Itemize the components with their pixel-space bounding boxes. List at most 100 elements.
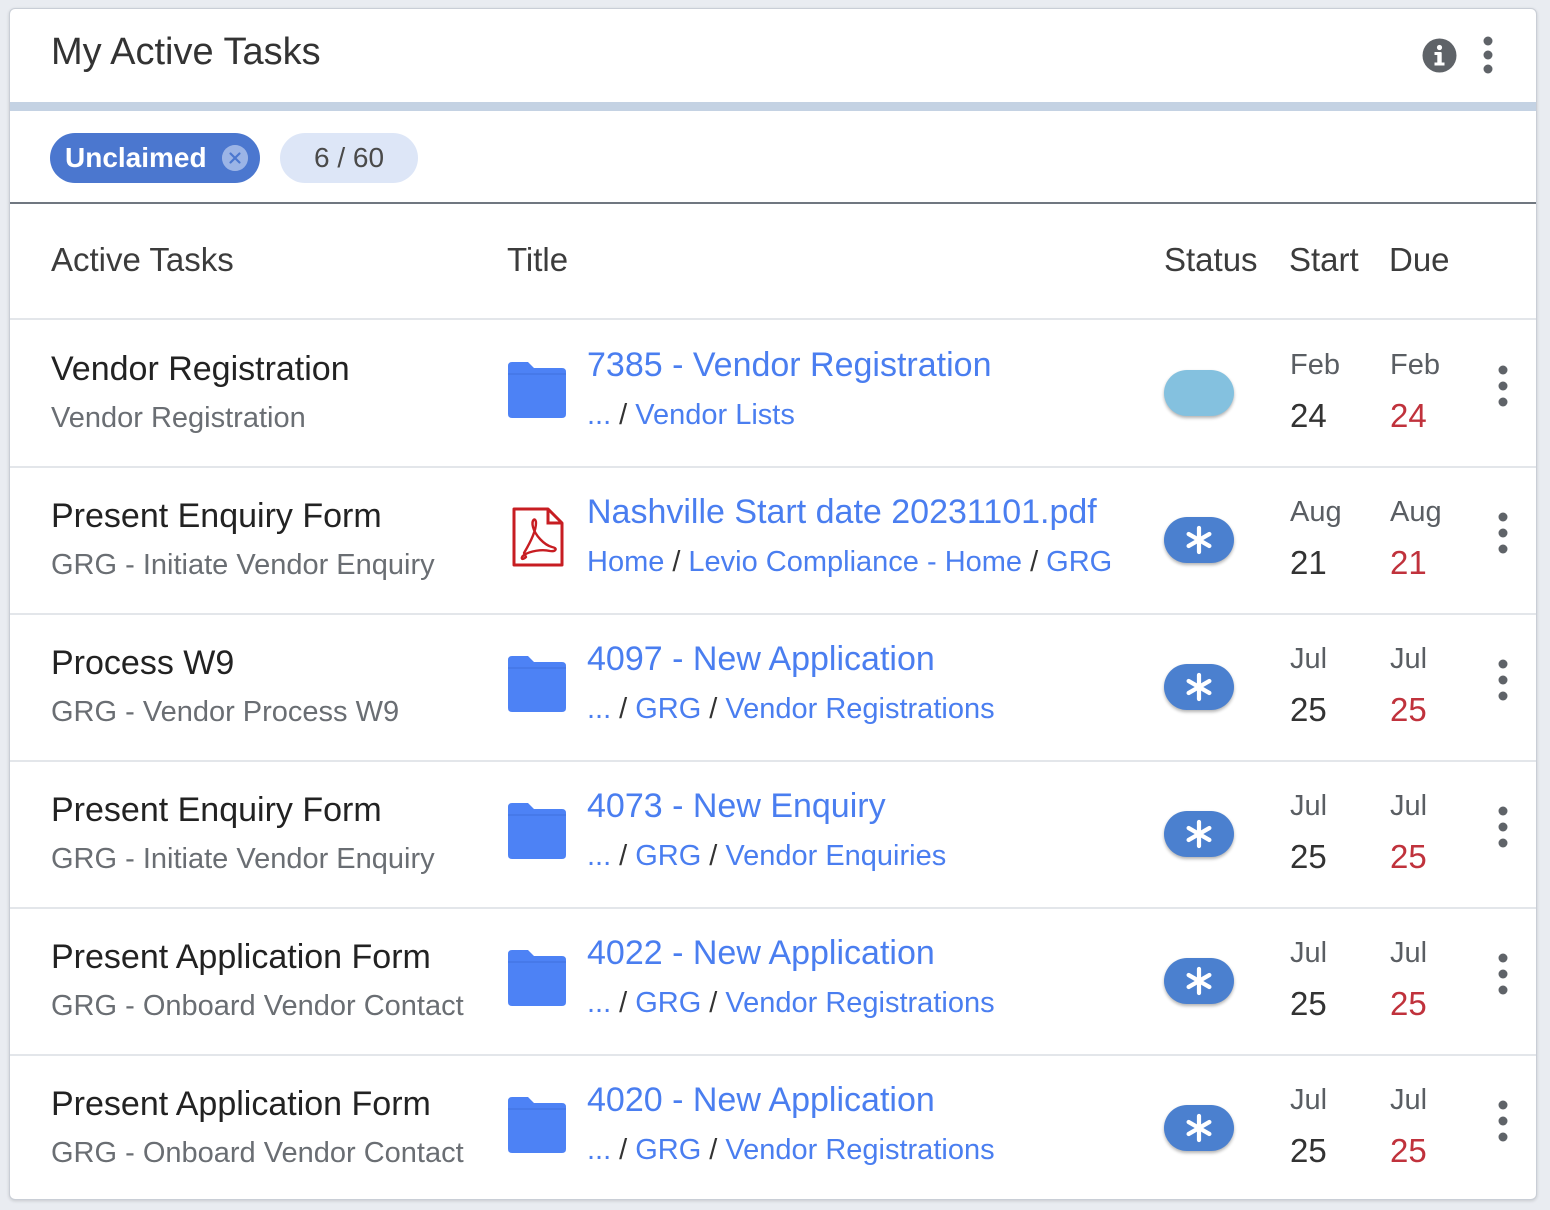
- task-row[interactable]: Present Application Form GRG - Onboard Ve…: [10, 1055, 1536, 1199]
- path-separator: /: [672, 546, 681, 578]
- card-title: My Active Tasks: [51, 31, 321, 73]
- start-month: Jul: [1290, 937, 1328, 969]
- breadcrumb-link[interactable]: GRG: [635, 1134, 701, 1166]
- task-row[interactable]: Present Enquiry Form GRG - Initiate Vendo…: [10, 467, 1536, 615]
- item-path: ... / GRG / Vendor Registrations: [587, 693, 995, 726]
- start-month: Feb: [1290, 349, 1340, 381]
- start-month: Jul: [1290, 1084, 1328, 1116]
- chip-label: Unclaimed: [65, 142, 207, 173]
- row-more-options-icon[interactable]: [1491, 364, 1515, 408]
- breadcrumb-link[interactable]: Vendor Registrations: [725, 693, 994, 725]
- status-badge[interactable]: [1164, 517, 1234, 563]
- task-title-link[interactable]: Nashville Start date 20231101.pdf: [587, 493, 1097, 532]
- column-header-status[interactable]: Status: [1164, 241, 1258, 279]
- due-day: 25: [1390, 691, 1427, 728]
- task-name: Present Application Form: [51, 1085, 431, 1123]
- breadcrumb-link[interactable]: Home: [587, 546, 664, 578]
- due-day: 25: [1390, 838, 1427, 875]
- breadcrumb-link[interactable]: Vendor Registrations: [725, 987, 994, 1019]
- breadcrumb-link[interactable]: ...: [587, 987, 611, 1019]
- active-tasks-card: My Active Tasks Unclaimed 6 / 60 Active …: [9, 8, 1537, 1200]
- status-badge[interactable]: [1164, 958, 1234, 1004]
- folder-icon: [506, 654, 568, 714]
- row-more-options-icon[interactable]: [1491, 1099, 1515, 1143]
- due-month: Feb: [1390, 349, 1440, 381]
- status-badge[interactable]: [1164, 370, 1234, 416]
- task-title-link[interactable]: 4097 - New Application: [587, 640, 935, 679]
- start-day: 25: [1290, 838, 1327, 875]
- column-header-title[interactable]: Title: [507, 241, 568, 279]
- task-name: Present Enquiry Form: [51, 791, 382, 829]
- row-more-options-icon[interactable]: [1491, 511, 1515, 555]
- path-separator: /: [709, 987, 718, 1019]
- breadcrumb-link[interactable]: GRG: [635, 693, 701, 725]
- table-header: Active Tasks Title Status Start Due: [10, 204, 1536, 320]
- task-row[interactable]: Process W9 GRG - Vendor Process W9 4097 - …: [10, 614, 1536, 762]
- row-more-options-icon[interactable]: [1491, 805, 1515, 849]
- item-path: ... / GRG / Vendor Registrations: [587, 1134, 995, 1167]
- breadcrumb-link[interactable]: GRG: [635, 987, 701, 1019]
- unclaimed-filter-chip[interactable]: Unclaimed: [50, 133, 260, 183]
- item-path: ... / GRG / Vendor Registrations: [587, 987, 995, 1020]
- status-badge[interactable]: [1164, 1105, 1234, 1151]
- task-title-link[interactable]: 4020 - New Application: [587, 1081, 935, 1120]
- header-divider: [10, 102, 1536, 111]
- breadcrumb-link[interactable]: Levio Compliance - Home: [688, 546, 1022, 578]
- task-workflow: Vendor Registration: [51, 402, 306, 434]
- task-workflow: GRG - Initiate Vendor Enquiry: [51, 843, 435, 875]
- path-separator: /: [709, 693, 718, 725]
- due-month: Jul: [1390, 1084, 1428, 1116]
- card-header: My Active Tasks: [10, 9, 1536, 102]
- task-count-badge: 6 / 60: [280, 133, 418, 183]
- breadcrumb-link[interactable]: ...: [587, 1134, 611, 1166]
- remove-filter-icon[interactable]: [222, 145, 248, 171]
- start-month: Aug: [1290, 496, 1342, 528]
- path-separator: /: [619, 1134, 628, 1166]
- task-name: Vendor Registration: [51, 350, 350, 388]
- breadcrumb-link[interactable]: GRG: [1046, 546, 1112, 578]
- breadcrumb-link[interactable]: Vendor Enquiries: [725, 840, 946, 872]
- path-separator: /: [709, 840, 718, 872]
- start-day: 21: [1290, 544, 1327, 581]
- column-header-start[interactable]: Start: [1289, 241, 1359, 279]
- row-more-options-icon[interactable]: [1491, 658, 1515, 702]
- task-title-link[interactable]: 4022 - New Application: [587, 934, 935, 973]
- row-more-options-icon[interactable]: [1491, 952, 1515, 996]
- more-options-icon[interactable]: [1476, 35, 1500, 75]
- start-day: 25: [1290, 985, 1327, 1022]
- breadcrumb-link[interactable]: ...: [587, 840, 611, 872]
- start-day: 24: [1290, 397, 1327, 434]
- breadcrumb-link[interactable]: ...: [587, 399, 611, 431]
- due-month: Jul: [1390, 790, 1428, 822]
- info-icon[interactable]: [1422, 38, 1457, 73]
- filter-bar: Unclaimed 6 / 60: [10, 111, 1536, 204]
- pdf-icon: [506, 507, 568, 567]
- path-separator: /: [709, 1134, 718, 1166]
- column-header-active-tasks[interactable]: Active Tasks: [51, 241, 234, 279]
- breadcrumb-link[interactable]: Vendor Lists: [635, 399, 795, 431]
- breadcrumb-link[interactable]: GRG: [635, 840, 701, 872]
- task-workflow: GRG - Onboard Vendor Contact: [51, 1137, 464, 1169]
- path-separator: /: [1030, 546, 1039, 578]
- breadcrumb-link[interactable]: Vendor Registrations: [725, 1134, 994, 1166]
- due-day: 21: [1390, 544, 1427, 581]
- task-workflow: GRG - Vendor Process W9: [51, 696, 400, 728]
- task-name: Present Application Form: [51, 938, 431, 976]
- status-badge[interactable]: [1164, 664, 1234, 710]
- folder-icon: [506, 1095, 568, 1155]
- due-day: 25: [1390, 985, 1427, 1022]
- start-month: Jul: [1290, 643, 1328, 675]
- task-row[interactable]: Vendor Registration Vendor Registration 73…: [10, 320, 1536, 468]
- task-name: Process W9: [51, 644, 235, 682]
- column-header-due[interactable]: Due: [1389, 241, 1450, 279]
- task-title-link[interactable]: 7385 - Vendor Registration: [587, 346, 991, 385]
- due-day: 24: [1390, 397, 1427, 434]
- task-title-link[interactable]: 4073 - New Enquiry: [587, 787, 886, 826]
- folder-icon: [506, 948, 568, 1008]
- breadcrumb-link[interactable]: ...: [587, 693, 611, 725]
- task-row[interactable]: Present Application Form GRG - Onboard Ve…: [10, 908, 1536, 1056]
- path-separator: /: [619, 840, 628, 872]
- task-row[interactable]: Present Enquiry Form GRG - Initiate Vendo…: [10, 761, 1536, 909]
- due-day: 25: [1390, 1132, 1427, 1169]
- status-badge[interactable]: [1164, 811, 1234, 857]
